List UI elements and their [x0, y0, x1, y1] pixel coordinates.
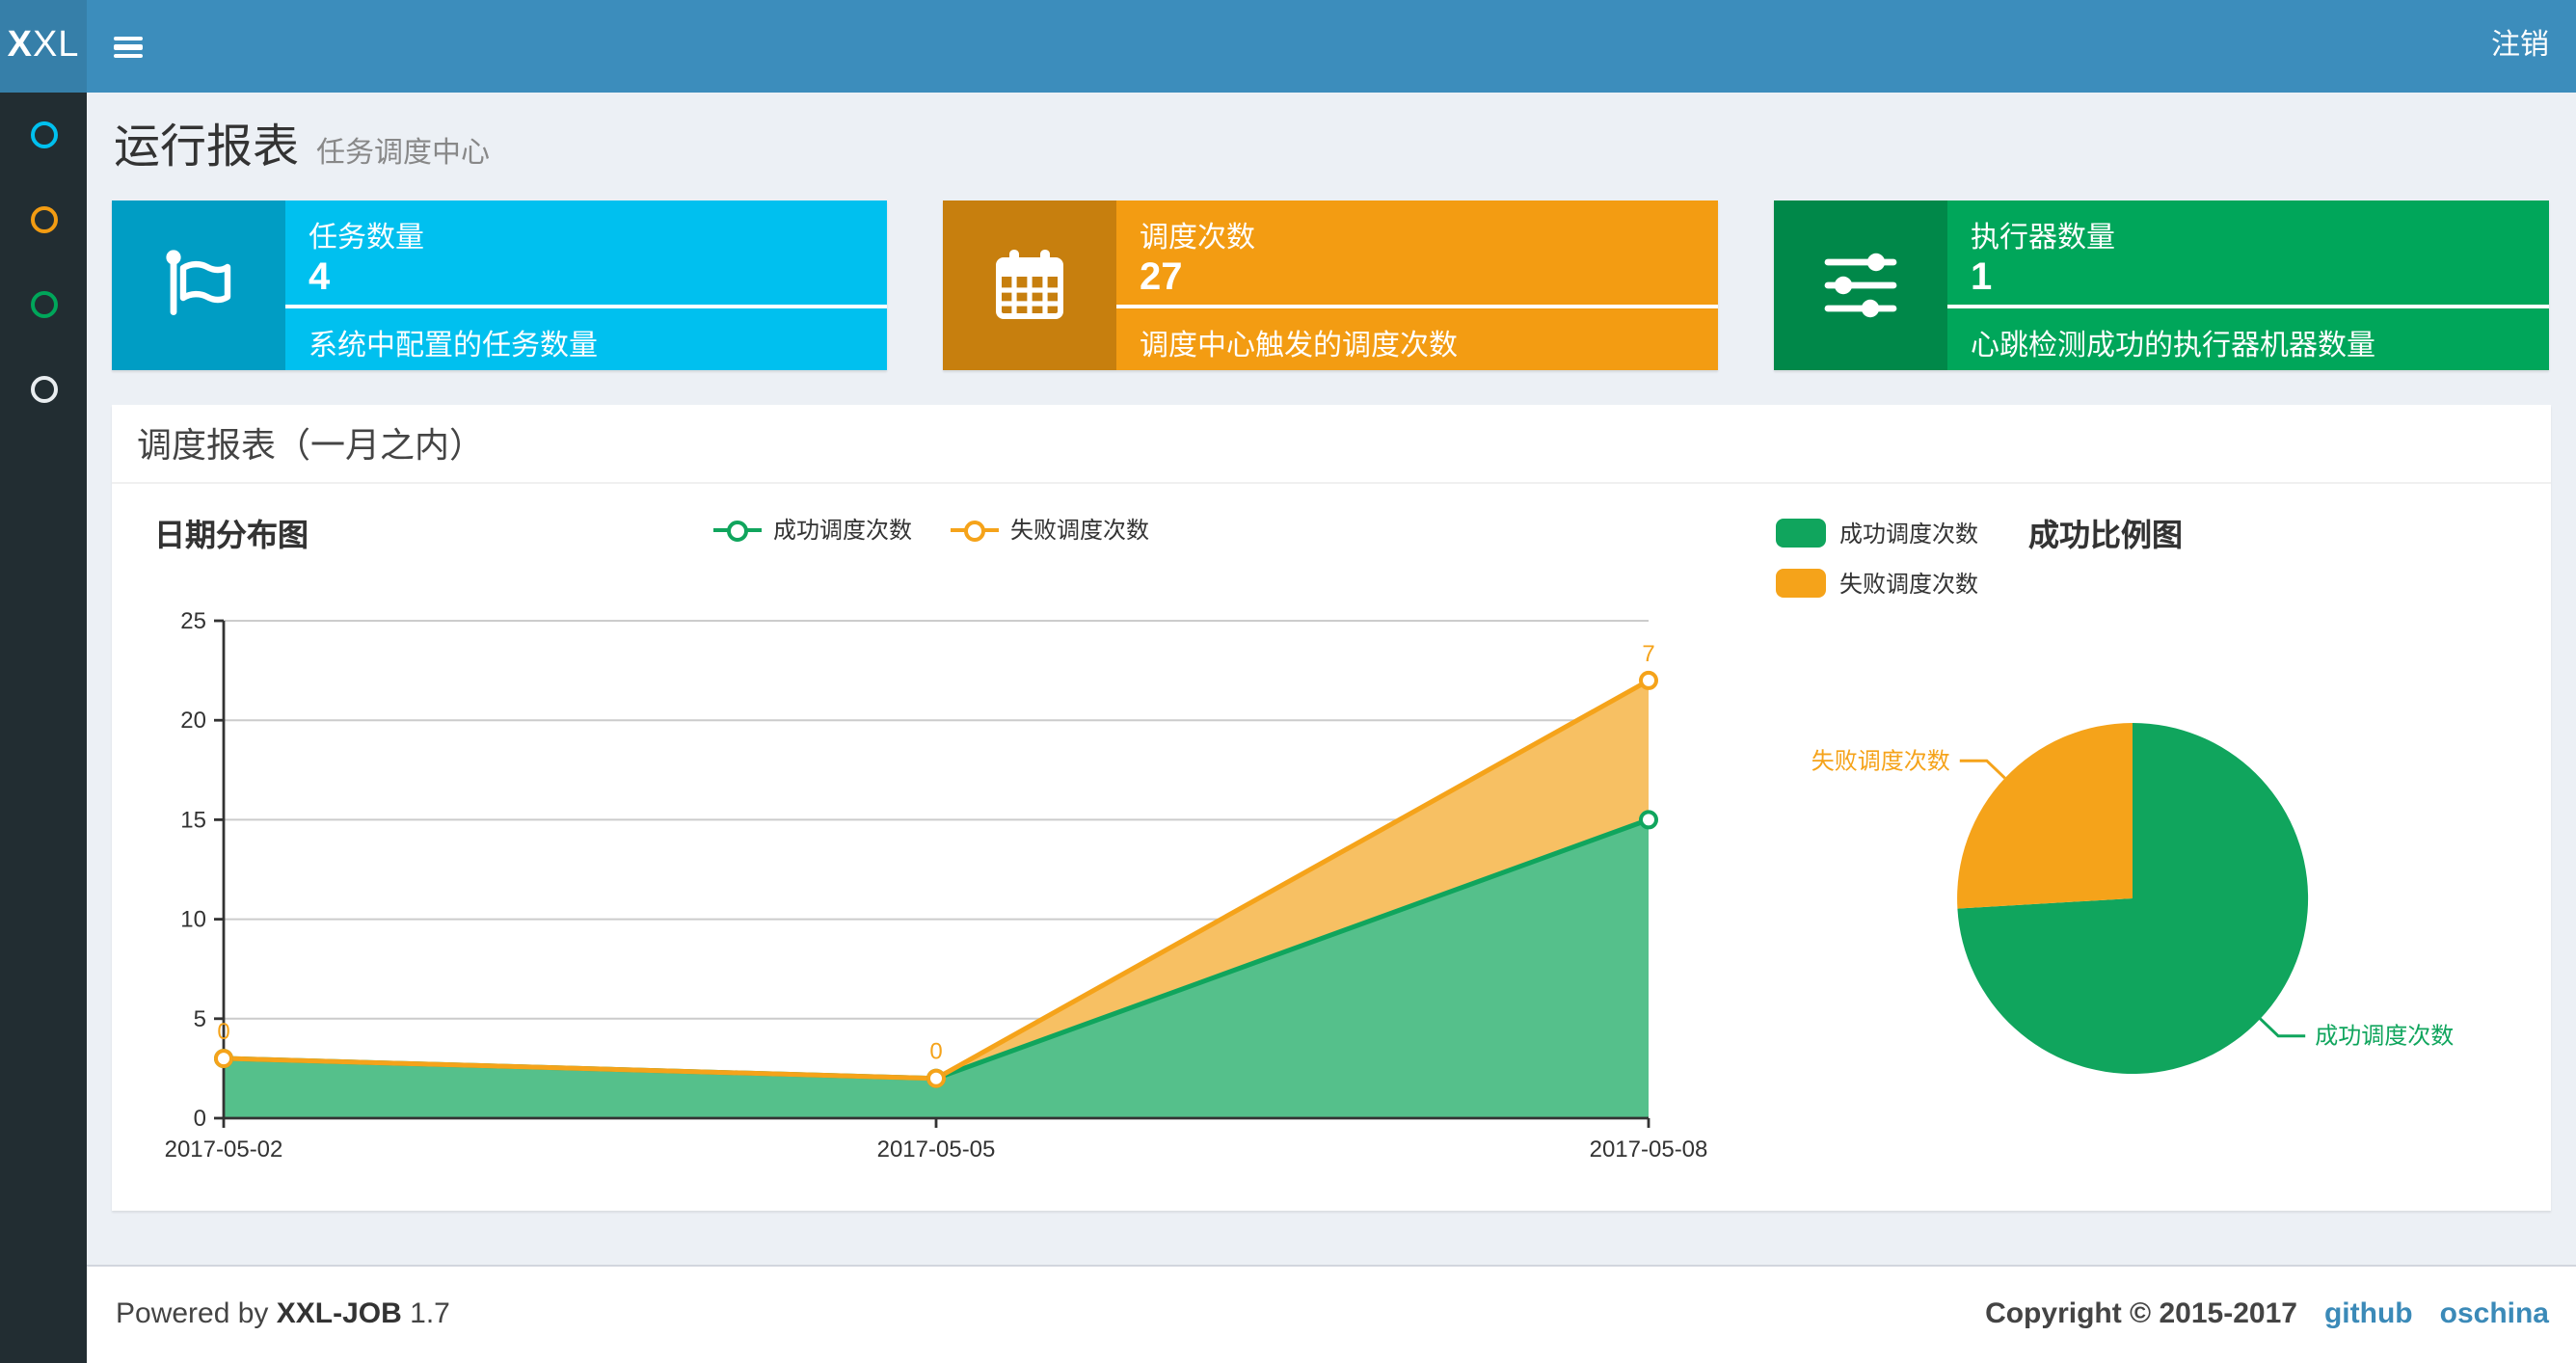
fail-point-marker[interactable] — [1639, 670, 1658, 690]
pie-slice[interactable] — [1957, 723, 2133, 909]
y-tick-label: 5 — [194, 1006, 206, 1032]
fail-point-marker[interactable] — [214, 1049, 233, 1069]
info-box-divider — [1116, 305, 1718, 308]
circle-outline-icon — [30, 291, 57, 318]
panel-body: 日期分布图 成功调度次数 失败调度次数 成功调度次数 失败调度次数 成功比例图 05… — [112, 484, 2551, 1211]
point-value-label: 0 — [929, 1039, 942, 1065]
info-box-description: 调度中心触发的调度次数 — [1140, 330, 1459, 362]
sidebar-item-4[interactable] — [0, 347, 87, 432]
calendar-icon — [943, 200, 1116, 370]
hamburger-icon — [114, 53, 143, 59]
point-value-label: 7 — [1642, 641, 1654, 667]
info-box-value: 27 — [1140, 256, 1183, 299]
circle-outline-icon — [30, 121, 57, 148]
info-box-title: 调度次数 — [1140, 222, 1256, 254]
report-panel: 调度报表（一月之内） 日期分布图 成功调度次数 失败调度次数 成功调度次数 失败调度… — [112, 405, 2551, 1211]
pie-slice-label: 成功调度次数 — [2315, 1024, 2454, 1050]
page-header: 运行报表 任务调度中心 — [114, 108, 490, 175]
hamburger-icon — [114, 44, 143, 50]
main-content: 运行报表 任务调度中心 任务数量 4 系统中配置的任务数量 调度次数 27 调度… — [87, 93, 2576, 1363]
app-window: XXL 注销 运行报表 任务调度中心 任务数量 4 系统中配置的任务数量 调度次… — [0, 0, 2576, 1363]
sidebar-item-2[interactable] — [0, 177, 87, 262]
info-box-divider — [285, 305, 887, 308]
panel-title: 调度报表（一月之内） — [137, 426, 484, 465]
info-box-value: 1 — [1971, 256, 1993, 299]
sidebar-toggle-button[interactable] — [87, 0, 174, 93]
info-box-title: 任务数量 — [309, 222, 425, 254]
page-footer: Powered by XXL-JOB 1.7 Copyright © 2015-… — [87, 1265, 2576, 1363]
sliders-icon — [1774, 200, 1947, 370]
pie-callout-line — [1959, 759, 2006, 780]
logout-link[interactable]: 注销 — [2491, 0, 2549, 93]
product-name: XXL-JOB — [276, 1297, 402, 1330]
panel-header: 调度报表（一月之内） — [112, 405, 2551, 484]
info-box-value: 4 — [309, 256, 331, 299]
sidebar-item-3[interactable] — [0, 262, 87, 347]
github-link[interactable]: github — [2324, 1297, 2413, 1330]
logo-bold-letter: X — [7, 25, 33, 66]
y-tick-label: 15 — [180, 807, 206, 833]
circle-outline-icon — [30, 206, 57, 233]
info-box-executors: 执行器数量 1 心跳检测成功的执行器机器数量 — [1774, 200, 2549, 370]
info-box-triggers: 调度次数 27 调度中心触发的调度次数 — [943, 200, 1718, 370]
x-tick-label: 2017-05-08 — [1590, 1136, 1708, 1163]
pie-slice-label: 失败调度次数 — [1811, 748, 1950, 774]
flag-icon — [112, 200, 285, 370]
circle-outline-icon — [30, 376, 57, 403]
app-logo[interactable]: XXL — [0, 0, 87, 93]
powered-by-text: Powered by XXL-JOB 1.7 — [116, 1297, 450, 1330]
x-tick-label: 2017-05-05 — [877, 1136, 996, 1163]
info-box-title: 执行器数量 — [1971, 222, 2116, 254]
charts-canvas[interactable]: 05101520252017-05-02 2017-05-05 2017-05-08… — [112, 484, 2551, 1211]
y-tick-label: 20 — [180, 708, 206, 734]
sidebar — [0, 93, 87, 1363]
top-navbar: XXL 注销 — [0, 0, 2576, 93]
hamburger-icon — [114, 36, 143, 41]
fail-point-marker[interactable] — [926, 1068, 946, 1088]
y-tick-label: 0 — [194, 1106, 206, 1132]
oschina-link[interactable]: oschina — [2440, 1297, 2549, 1330]
y-tick-label: 10 — [180, 907, 206, 933]
logo-rest: XL — [32, 25, 80, 66]
info-box-divider — [1947, 305, 2549, 308]
copyright-text: Copyright © 2015-2017 — [1985, 1297, 2297, 1330]
sidebar-item-1[interactable] — [0, 93, 87, 177]
copyright-area: Copyright © 2015-2017 github oschina — [1985, 1297, 2549, 1330]
info-box-description: 心跳检测成功的执行器机器数量 — [1971, 330, 2376, 362]
success-point-marker[interactable] — [1639, 810, 1658, 830]
y-tick-label: 25 — [180, 608, 206, 634]
info-box-jobs: 任务数量 4 系统中配置的任务数量 — [112, 200, 887, 370]
x-tick-label: 2017-05-02 — [165, 1136, 283, 1163]
info-box-description: 系统中配置的任务数量 — [309, 330, 599, 362]
page-subtitle: 任务调度中心 — [316, 137, 491, 170]
pie-callout-line — [2259, 1017, 2306, 1038]
point-value-label: 0 — [217, 1019, 229, 1045]
page-title: 运行报表 — [114, 121, 299, 174]
